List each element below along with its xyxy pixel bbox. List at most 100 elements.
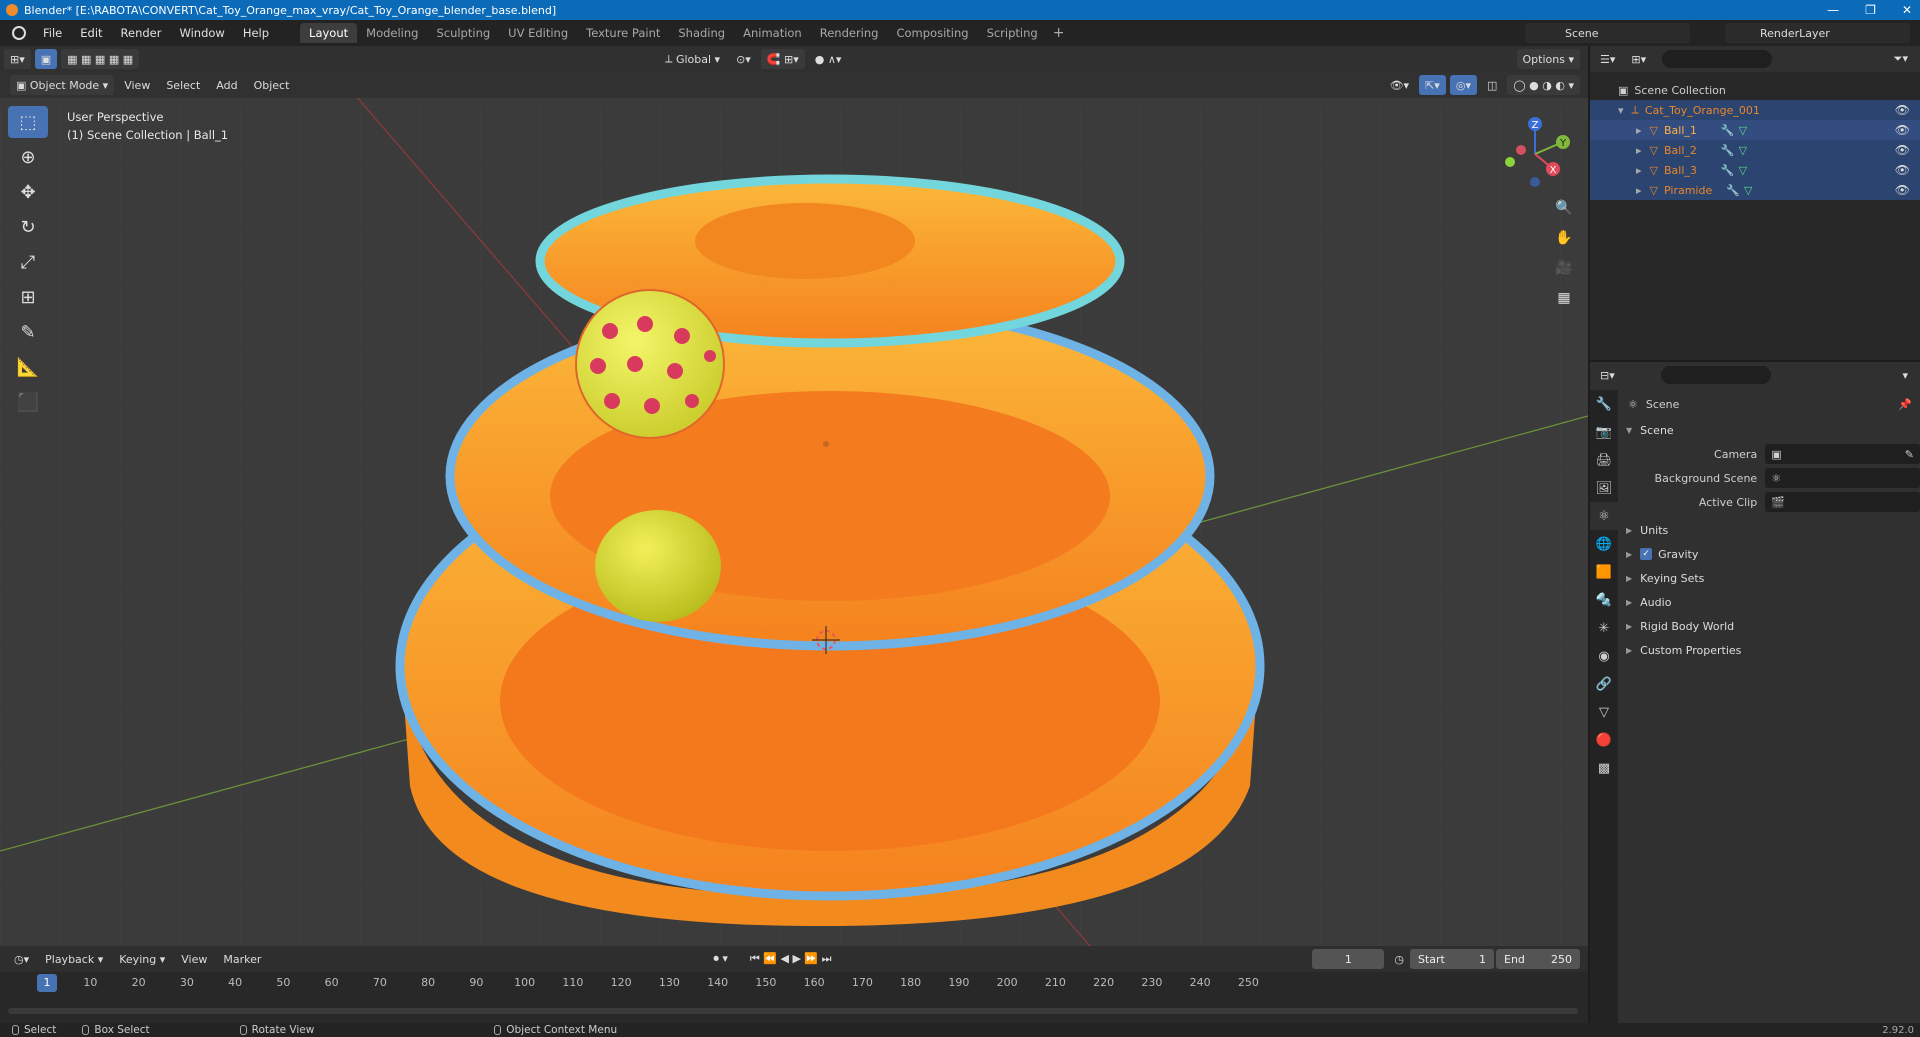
- select-box-tool-icon[interactable]: ⬚: [8, 106, 48, 138]
- snap-button[interactable]: 🧲 ⊞▾: [760, 49, 805, 69]
- menu-edit[interactable]: Edit: [71, 20, 111, 46]
- end-frame-field[interactable]: End 250: [1496, 949, 1580, 969]
- outliner-filter-icon[interactable]: ⏷▾: [1888, 49, 1914, 69]
- outliner-scene-collection[interactable]: ▣ Scene Collection: [1590, 80, 1920, 100]
- zoom-icon[interactable]: 🔍: [1552, 196, 1576, 220]
- output-tab-icon[interactable]: 🖨: [1590, 446, 1618, 474]
- tool-tab-icon[interactable]: 🔧: [1590, 390, 1618, 418]
- viewport-menu-object[interactable]: Object: [248, 75, 296, 95]
- editor-type-button[interactable]: ⊞▾: [4, 49, 31, 69]
- playback-controls[interactable]: ⏮ ⏪ ◀ ▶ ⏩ ⏭: [744, 949, 838, 969]
- active-clip-field[interactable]: 🎬: [1765, 492, 1920, 512]
- keying-sets-panel-header[interactable]: ▶ Keying Sets: [1626, 566, 1916, 590]
- outliner-search-input[interactable]: [1662, 50, 1773, 68]
- tab-scripting[interactable]: Scripting: [978, 23, 1047, 43]
- tab-layout[interactable]: Layout: [300, 23, 358, 43]
- tab-uv-editing[interactable]: UV Editing: [499, 23, 577, 43]
- rigid-body-world-panel-header[interactable]: ▶ Rigid Body World: [1626, 614, 1916, 638]
- visibility-eye-icon[interactable]: 👁: [1895, 183, 1910, 197]
- preview-range-icon[interactable]: ◷: [1388, 949, 1410, 969]
- timeline-menu-view[interactable]: View: [175, 949, 213, 969]
- data-tab-icon[interactable]: ▽: [1590, 698, 1618, 726]
- outliner-editor-type-icon[interactable]: ☰▾: [1594, 49, 1621, 69]
- modifier-tab-icon[interactable]: 🔩: [1590, 586, 1618, 614]
- viewport-menu-select[interactable]: Select: [160, 75, 206, 95]
- close-button[interactable]: ✕: [1902, 0, 1912, 20]
- tab-texture-paint[interactable]: Texture Paint: [577, 23, 669, 43]
- add-workspace-icon[interactable]: +: [1047, 25, 1071, 41]
- background-scene-field[interactable]: ⚛: [1765, 468, 1920, 488]
- menu-render[interactable]: Render: [112, 20, 171, 46]
- scale-tool-icon[interactable]: ⤢: [8, 246, 48, 278]
- selection-modes[interactable]: ▦ ▦ ▦ ▦ ▦: [61, 49, 140, 69]
- menu-help[interactable]: Help: [234, 20, 278, 46]
- xray-toggle-icon[interactable]: ◫: [1481, 75, 1503, 95]
- object-mode-dropdown[interactable]: ▣ Object Mode ▾: [10, 75, 115, 95]
- audio-panel-header[interactable]: ▶ Audio: [1626, 590, 1916, 614]
- particles-tab-icon[interactable]: ✳: [1590, 614, 1618, 642]
- timeline-menu-marker[interactable]: Marker: [217, 949, 267, 969]
- gizmo-toggle-icon[interactable]: ⇱▾: [1419, 75, 1446, 95]
- tab-shading[interactable]: Shading: [669, 23, 734, 43]
- auto-key-record-icon[interactable]: ⏺ ▾: [707, 949, 734, 969]
- object-tab-icon[interactable]: 🟧: [1590, 558, 1618, 586]
- cursor-tool-icon[interactable]: ⊕: [8, 141, 48, 173]
- expand-icon[interactable]: ▸: [1636, 144, 1642, 157]
- render-layer-selector[interactable]: RenderLayer: [1725, 23, 1910, 43]
- outliner-object-ball-1[interactable]: ▸ ▽ Ball_1 🔧 ▽ 👁: [1590, 120, 1920, 140]
- playhead-current-frame[interactable]: 1: [37, 974, 57, 992]
- scene-tab-icon[interactable]: ⚛: [1590, 502, 1618, 530]
- move-tool-icon[interactable]: ✥: [8, 176, 48, 208]
- menu-window[interactable]: Window: [170, 20, 233, 46]
- camera-view-icon[interactable]: 🎥: [1552, 256, 1576, 280]
- world-tab-icon[interactable]: 🌐: [1590, 530, 1618, 558]
- physics-tab-icon[interactable]: ◉: [1590, 642, 1618, 670]
- maximize-button[interactable]: ❐: [1865, 0, 1876, 20]
- tab-sculpting[interactable]: Sculpting: [427, 23, 499, 43]
- outliner-display-mode-icon[interactable]: ⊞▾: [1625, 49, 1652, 69]
- measure-tool-icon[interactable]: 📐: [8, 351, 48, 383]
- expand-collection-icon[interactable]: ▾: [1618, 104, 1624, 117]
- tab-compositing[interactable]: Compositing: [887, 23, 977, 43]
- select-mode-button[interactable]: ▣: [34, 49, 58, 69]
- outliner-object-piramide[interactable]: ▸ ▽ Piramide 🔧 ▽ 👁: [1590, 180, 1920, 200]
- properties-editor-type-icon[interactable]: ⊟▾: [1594, 365, 1621, 385]
- timeline-menu-keying[interactable]: Keying ▾: [113, 949, 171, 969]
- view-layer-tab-icon[interactable]: 🖼: [1590, 474, 1618, 502]
- render-tab-icon[interactable]: 📷: [1590, 418, 1618, 446]
- timeline-ruler[interactable]: 1 10 20 30 40 50 60 70 80 90 100 110 120 130 140 150 160…: [0, 972, 1588, 994]
- properties-search-input[interactable]: [1660, 366, 1771, 384]
- add-cube-tool-icon[interactable]: ⬛: [8, 386, 48, 418]
- units-panel-header[interactable]: ▶ Units: [1626, 518, 1916, 542]
- transform-tool-icon[interactable]: ⊞: [8, 281, 48, 313]
- properties-options-icon[interactable]: ▾: [1896, 365, 1914, 385]
- expand-icon[interactable]: ▸: [1636, 164, 1642, 177]
- visibility-eye-icon[interactable]: 👁: [1895, 143, 1910, 157]
- rotate-tool-icon[interactable]: ↻: [8, 211, 48, 243]
- constraints-tab-icon[interactable]: 🔗: [1590, 670, 1618, 698]
- outliner-object-ball-3[interactable]: ▸ ▽ Ball_3 🔧 ▽ 👁: [1590, 160, 1920, 180]
- menu-file[interactable]: File: [34, 20, 71, 46]
- viewport-menu-view[interactable]: View: [118, 75, 156, 95]
- annotate-tool-icon[interactable]: ✎: [8, 316, 48, 348]
- visibility-eye-icon[interactable]: 👁: [1895, 163, 1910, 177]
- pin-icon[interactable]: 📌: [1898, 398, 1912, 411]
- tab-animation[interactable]: Animation: [734, 23, 811, 43]
- overlay-toggle-icon[interactable]: ◎▾: [1449, 75, 1477, 95]
- ball-polka[interactable]: [575, 289, 725, 439]
- shading-mode-buttons[interactable]: ◯ ● ◑ ◐ ▾: [1507, 75, 1580, 95]
- timeline-scrollbar[interactable]: [8, 1008, 1578, 1014]
- blender-logo-icon[interactable]: [12, 26, 26, 40]
- visibility-eye-icon[interactable]: 👁: [1895, 123, 1910, 137]
- visibility-toggle-icon[interactable]: 👁▾: [1384, 75, 1416, 95]
- scene-selector[interactable]: Scene: [1525, 23, 1690, 43]
- outliner-object-ball-2[interactable]: ▸ ▽ Ball_2 🔧 ▽ 👁: [1590, 140, 1920, 160]
- 3d-viewport[interactable]: ⊞▾ ▣ ▦ ▦ ▦ ▦ ▦ ⟂ Global ▾ ⊙▾ 🧲 ⊞▾ ● ∧▾ O…: [0, 46, 1588, 946]
- camera-field[interactable]: ▣ ✎: [1765, 444, 1920, 464]
- ortho-toggle-icon[interactable]: ▦: [1552, 286, 1576, 310]
- gravity-panel-header[interactable]: ▶ ✓ Gravity: [1626, 542, 1916, 566]
- viewport-menu-add[interactable]: Add: [210, 75, 243, 95]
- gravity-checkbox[interactable]: ✓: [1640, 548, 1653, 560]
- outliner-collection-row[interactable]: ▾ ⟂ Cat_Toy_Orange_001 👁: [1590, 100, 1920, 120]
- minimize-button[interactable]: —: [1827, 0, 1839, 20]
